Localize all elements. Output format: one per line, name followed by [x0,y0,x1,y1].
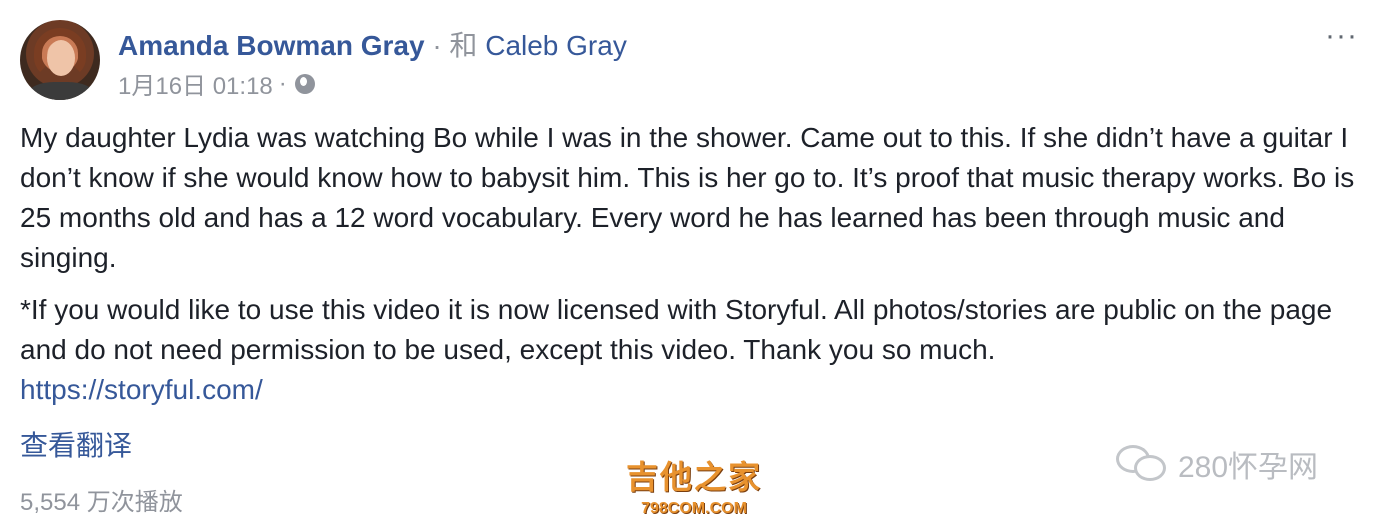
watermark-subtitle: 798COM.COM [641,500,747,517]
globe-icon[interactable] [294,73,315,94]
post-paragraph: *If you would like to use this video it … [20,290,1365,410]
tagged-person-link[interactable]: Caleb Gray [485,30,627,61]
storyful-link[interactable]: https://storyful.com/ [20,370,1365,410]
avatar[interactable] [20,20,100,100]
avatar-face [47,40,75,76]
post-timestamp[interactable]: 1月16日 01:18 [118,66,273,101]
with-prefix: 和 [449,30,478,61]
watermark-title: 吉他之家 [626,459,763,495]
more-options-icon[interactable]: ··· [1325,21,1358,51]
post-meta: 1月16日 01:18 · [118,66,315,101]
header-separator: · [432,30,442,61]
post-body: My daughter Lydia was watching Bo while … [20,118,1365,410]
view-count: 5,554 万次播放 [20,489,183,516]
watermark-guitar-home: 吉他之家 798COM.COM [626,452,762,518]
watermark-280: 280怀孕网 [1116,442,1318,486]
post-header: Amanda Bowman Gray · 和 Caleb Gray [118,24,627,64]
avatar-shirt [28,82,94,100]
watermark-text: 280怀孕网 [1178,451,1319,484]
meta-separator: · [278,69,287,97]
post-paragraph: My daughter Lydia was watching Bo while … [20,122,1355,273]
wechat-icon [1116,445,1168,483]
post-paragraph-text: *If you would like to use this video it … [20,294,1333,365]
see-translation-link[interactable]: 查看翻译 [20,424,132,464]
author-name-link[interactable]: Amanda Bowman Gray [118,30,425,61]
